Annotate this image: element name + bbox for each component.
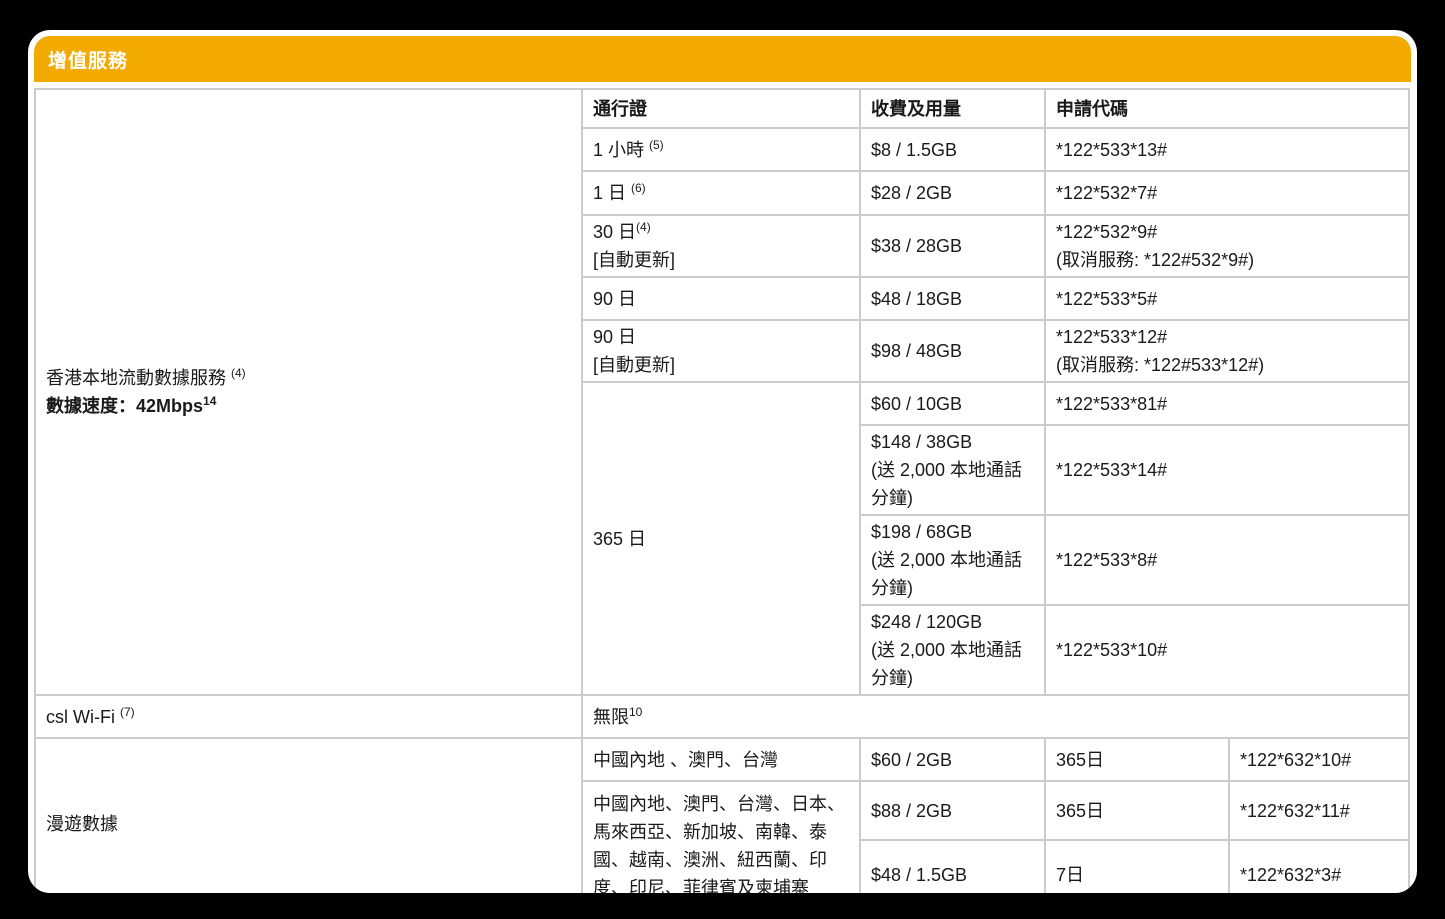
table-row-wifi: csl Wi-Fi(7) 無限10 — [35, 695, 1409, 738]
pass-cell: 30 日(4) [自動更新] — [582, 215, 860, 277]
code-cell: *122*632*3# — [1229, 840, 1409, 893]
local-data-service-cell: 香港本地流動數據服務(4) 數據速度：42Mbps14 — [35, 89, 582, 695]
section-header-bar: 增值服務 — [34, 36, 1411, 82]
duration-cell: 365日 — [1045, 738, 1229, 781]
value-added-services-table: 香港本地流動數據服務(4) 數據速度：42Mbps14 通行證 收費及用量 申請… — [34, 88, 1410, 893]
table-header-row: 香港本地流動數據服務(4) 數據速度：42Mbps14 通行證 收費及用量 申請… — [35, 89, 1409, 128]
wifi-service-cell: csl Wi-Fi(7) — [35, 695, 582, 738]
wifi-value-cell: 無限10 — [582, 695, 1409, 738]
code-cell: *122*533*14# — [1045, 425, 1409, 515]
fee-cell: $198 / 68GB (送 2,000 本地通話分鐘) — [860, 515, 1045, 605]
fee-cell: $8 / 1.5GB — [860, 128, 1045, 171]
fee-cell: $248 / 120GB (送 2,000 本地通話分鐘) — [860, 605, 1045, 695]
pass-cell: 90 日 — [582, 277, 860, 320]
data-speed-line: 數據速度：42Mbps14 — [46, 392, 571, 420]
fee-cell: $48 / 1.5GB — [860, 840, 1045, 893]
code-cell: *122*533*8# — [1045, 515, 1409, 605]
pass-cell: 1 日(6) — [582, 171, 860, 215]
region-cell: 中國內地、澳門、台灣、日本、馬來西亞、新加坡、南韓、泰國、越南、澳洲、紐西蘭、印… — [582, 781, 860, 893]
code-cell: *122*532*7# — [1045, 171, 1409, 215]
pass-cell-365: 365 日 — [582, 382, 860, 695]
duration-cell: 365日 — [1045, 781, 1229, 840]
duration-cell: 7日 — [1045, 840, 1229, 893]
pass-cell: 90 日 [自動更新] — [582, 320, 860, 382]
code-cell: *122*533*12# (取消服務: *122#533*12#) — [1045, 320, 1409, 382]
table-row-roaming: 漫遊數據 中國內地 、澳門、台灣 $60 / 2GB 365日 *122*632… — [35, 738, 1409, 781]
fee-cell: $148 / 38GB (送 2,000 本地通話分鐘) — [860, 425, 1045, 515]
code-cell: *122*532*9# (取消服務: *122#532*9#) — [1045, 215, 1409, 277]
roaming-service-cell: 漫遊數據 — [35, 738, 582, 893]
pass-cell: 1 小時(5) — [582, 128, 860, 171]
col-header-code: 申請代碼 — [1045, 89, 1409, 128]
region-cell: 中國內地 、澳門、台灣 — [582, 738, 860, 781]
fee-cell: $88 / 2GB — [860, 781, 1045, 840]
code-cell: *122*533*5# — [1045, 277, 1409, 320]
fee-cell: $60 / 10GB — [860, 382, 1045, 425]
local-data-service-name: 香港本地流動數據服務(4) — [46, 364, 571, 392]
fee-cell: $60 / 2GB — [860, 738, 1045, 781]
services-card: 增值服務 香港本地流動數據服務(4) 數據速度：42Mbps14 通行證 收費及… — [28, 30, 1417, 893]
col-header-fee: 收費及用量 — [860, 89, 1045, 128]
code-cell: *122*533*13# — [1045, 128, 1409, 171]
fee-cell: $28 / 2GB — [860, 171, 1045, 215]
section-title: 增值服務 — [48, 46, 128, 73]
code-cell: *122*533*10# — [1045, 605, 1409, 695]
fee-cell: $48 / 18GB — [860, 277, 1045, 320]
fee-cell: $98 / 48GB — [860, 320, 1045, 382]
code-cell: *122*632*11# — [1229, 781, 1409, 840]
fee-cell: $38 / 28GB — [860, 215, 1045, 277]
code-cell: *122*533*81# — [1045, 382, 1409, 425]
col-header-pass: 通行證 — [582, 89, 860, 128]
code-cell: *122*632*10# — [1229, 738, 1409, 781]
